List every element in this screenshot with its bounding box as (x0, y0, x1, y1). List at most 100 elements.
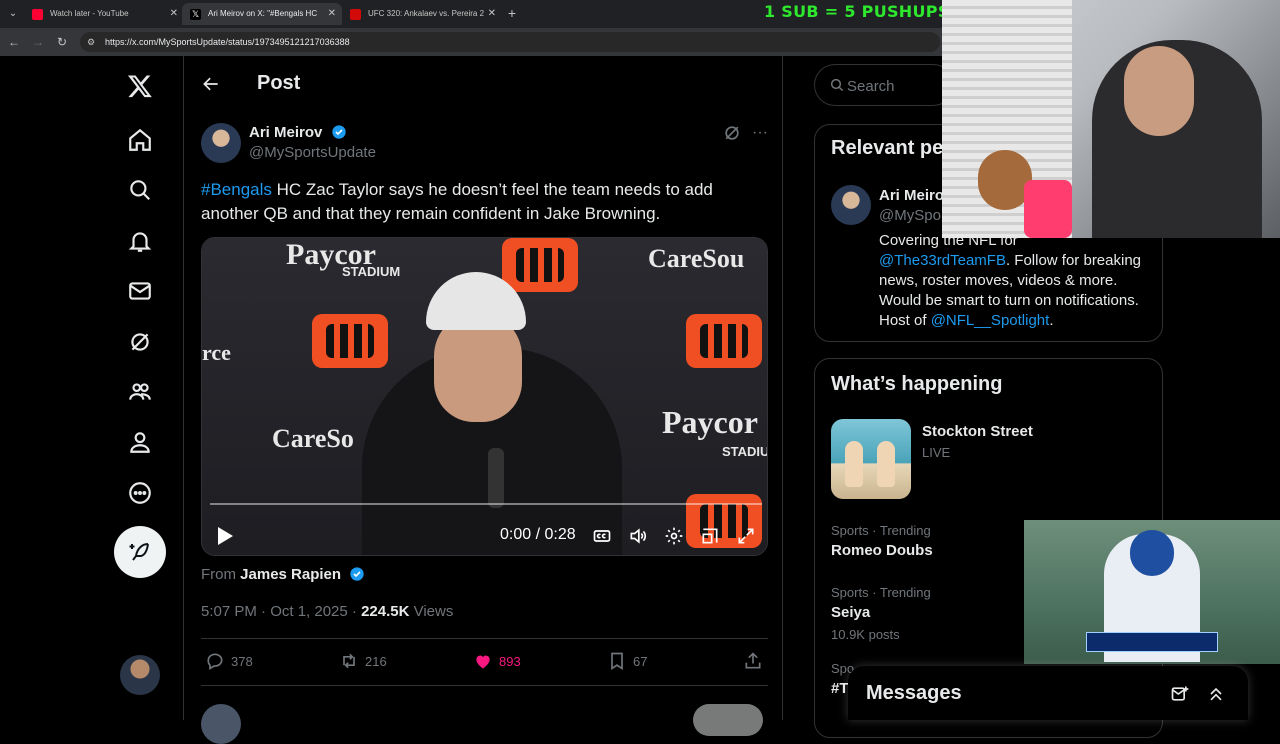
video-controls: 0:00 / 0:28 (202, 518, 767, 554)
picture-in-picture-icon[interactable] (700, 526, 720, 546)
relevant-person-name[interactable]: Ari Meiro (879, 187, 944, 204)
trend-title[interactable]: #T (831, 680, 849, 697)
x-logo-icon[interactable] (122, 68, 158, 104)
bengals-logo (502, 238, 578, 292)
address-bar[interactable]: ⚙ https://x.com/MySportsUpdate/status/19… (80, 32, 940, 52)
play-icon[interactable] (216, 526, 234, 546)
search-icon (830, 78, 844, 92)
communities-icon[interactable] (122, 374, 158, 410)
tab-search-chevron-icon[interactable]: ⌄ (4, 5, 22, 23)
more-options-icon[interactable]: ··· (750, 123, 770, 143)
left-navigation (0, 56, 184, 720)
broadcast-banner (1086, 632, 1218, 652)
sponsor-logo-text: CareSo (272, 424, 354, 453)
ufc-favicon-icon (350, 9, 361, 20)
views-label: Views (409, 603, 454, 620)
close-tab-icon[interactable]: ✕ (170, 3, 178, 25)
reply-submit-button[interactable] (693, 704, 763, 736)
tab-title: Watch later - YouTube (50, 9, 129, 18)
bio-mention-link[interactable]: @NFL__Spotlight (931, 312, 1050, 329)
hashtag-link[interactable]: #Bengals (201, 180, 272, 199)
expand-chevron-up-icon[interactable] (1206, 684, 1226, 704)
grok-icon[interactable] (122, 324, 158, 360)
post-meta: 5:07 PM · Oct 1, 2025 · 224.5K Views (201, 603, 453, 620)
search-box[interactable] (814, 64, 954, 106)
fullscreen-icon[interactable] (736, 526, 756, 546)
bio-mention-link[interactable]: @The33rdTeamFB (879, 252, 1006, 269)
from-label: From (201, 566, 236, 583)
sponsor-logo-text: rce (202, 340, 231, 365)
bookmark-count: 67 (633, 653, 648, 669)
repost-button[interactable]: 216 (339, 651, 387, 671)
picture-in-picture-video[interactable] (1024, 520, 1280, 664)
relevant-person-handle[interactable]: @MySpo (879, 207, 941, 224)
relevant-people-title: Relevant pe (831, 137, 944, 159)
trend-title[interactable]: Stockton Street (922, 423, 1033, 440)
back-arrow-icon[interactable] (201, 74, 221, 94)
reply-composer-avatar (201, 704, 241, 744)
tab-ufc[interactable]: UFC 320: Ankalaev vs. Pereira 2 ✕ (342, 3, 502, 25)
whats-happening-title: What’s happening (831, 373, 1003, 395)
trend-title[interactable]: Seiya (831, 604, 870, 621)
compose-post-button[interactable] (114, 526, 166, 578)
tab-youtube[interactable]: Watch later - YouTube ✕ (24, 3, 184, 25)
settings-gear-icon[interactable] (664, 526, 684, 546)
back-nav-icon[interactable]: ← (6, 34, 22, 50)
bengals-logo (686, 314, 762, 368)
trend-title[interactable]: Romeo Doubs (831, 542, 933, 559)
main-column: Post Ari Meirov @MySportsUpdate ··· #Ben… (185, 56, 783, 744)
bookmark-button[interactable]: 67 (607, 651, 647, 671)
forward-nav-icon[interactable]: → (30, 34, 46, 50)
bio-text: . (1049, 312, 1054, 329)
video-source: From James Rapien (201, 566, 365, 583)
reply-bubble-icon (207, 653, 223, 670)
trend-thumbnail[interactable] (831, 419, 911, 499)
x-favicon-icon: 𝕏 (190, 9, 201, 20)
new-tab-plus-icon[interactable]: + (504, 4, 520, 22)
messages-drawer[interactable]: Messages (848, 666, 1248, 720)
messages-title: Messages (866, 682, 962, 704)
sponsor-logo-text: Paycor (662, 404, 758, 440)
author-avatar[interactable] (201, 123, 241, 163)
captions-icon[interactable] (592, 526, 612, 546)
more-circle-icon[interactable] (122, 475, 158, 511)
reply-button[interactable]: 378 (205, 651, 253, 671)
figure (877, 441, 895, 487)
source-account-name[interactable]: James Rapien (240, 566, 341, 583)
close-tab-icon[interactable]: ✕ (488, 3, 496, 25)
search-input[interactable] (847, 75, 947, 97)
video-progress-bar[interactable] (210, 503, 762, 505)
site-info-icon[interactable]: ⚙ (87, 36, 99, 48)
like-button[interactable]: 893 (473, 651, 521, 671)
explore-search-icon[interactable] (122, 172, 158, 208)
webcam-overlay (942, 0, 1280, 238)
tab-x-post[interactable]: 𝕏 Ari Meirov on X: "#Bengals HC ✕ (182, 3, 342, 25)
volume-icon[interactable] (628, 526, 648, 546)
notifications-bell-icon[interactable] (122, 223, 158, 259)
tweet-text: #Bengals HC Zac Taylor says he doesn’t f… (201, 178, 761, 226)
author-name-text: Ari Meirov (249, 124, 323, 141)
author-handle[interactable]: @MySportsUpdate (249, 144, 376, 161)
streamer-face (1124, 46, 1194, 136)
feather-plus-icon (129, 543, 149, 561)
page-title: Post (257, 72, 301, 94)
repost-count: 216 (365, 653, 387, 669)
profile-icon[interactable] (122, 424, 158, 460)
new-message-icon[interactable] (1170, 684, 1190, 704)
author-name[interactable]: Ari Meirov (249, 124, 347, 141)
grok-explain-icon[interactable] (722, 123, 742, 143)
microphone (488, 448, 504, 508)
home-icon[interactable] (122, 122, 158, 158)
messages-mail-icon[interactable] (122, 273, 158, 309)
share-button[interactable] (743, 651, 763, 671)
bookmark-icon (611, 652, 623, 671)
close-tab-icon[interactable]: ✕ (328, 3, 336, 25)
view-count: 224.5K (361, 603, 410, 620)
youtube-favicon-icon (32, 9, 43, 20)
post-timestamp[interactable]: 5:07 PM · Oct 1, 2025 · (201, 603, 361, 620)
reload-icon[interactable]: ↻ (54, 34, 70, 50)
account-avatar[interactable] (120, 655, 160, 695)
video-player[interactable]: Paycor STADIUM CareSou rce CareSo Paycor… (201, 237, 768, 556)
relevant-person-avatar[interactable] (831, 185, 871, 225)
bengals-logo (312, 314, 388, 368)
